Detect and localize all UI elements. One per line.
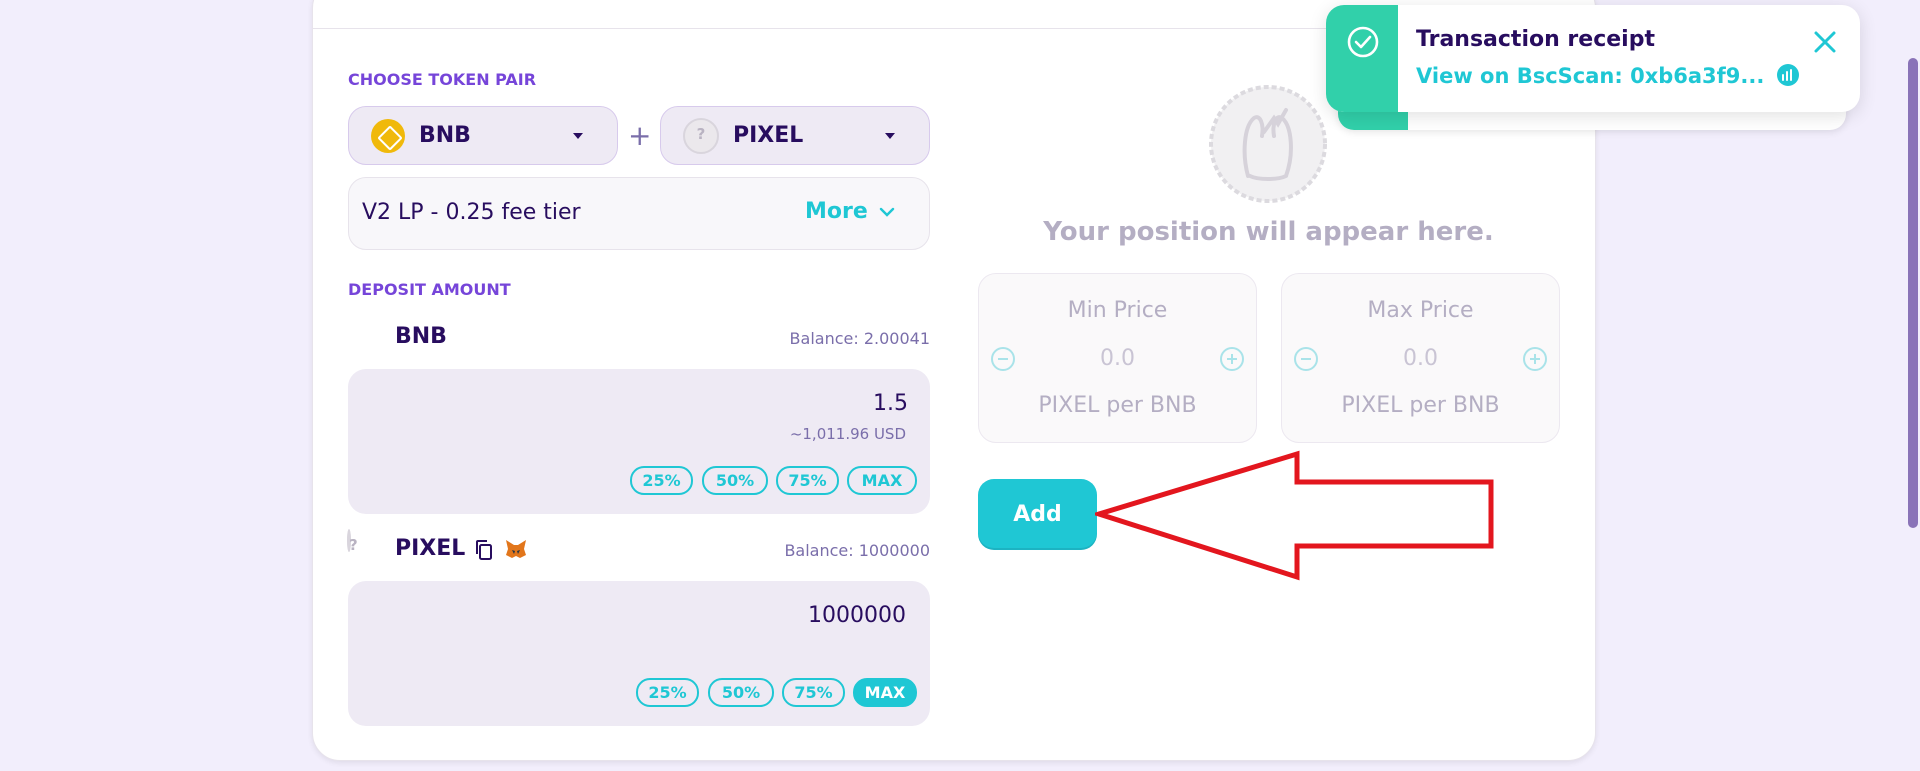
increase-min-price-icon[interactable]	[1220, 347, 1244, 371]
add-button[interactable]: Add	[978, 479, 1097, 550]
choose-token-pair-label: CHOOSE TOKEN PAIR	[348, 70, 537, 89]
deposit-amount-label: DEPOSIT AMOUNT	[348, 280, 511, 299]
min-price-title: Min Price	[1067, 298, 1168, 323]
chart-link-icon	[1776, 64, 1799, 86]
max-price-box: Max Price 0.0 PIXEL per BNB	[1281, 273, 1560, 443]
toast-title: Transaction receipt	[1416, 27, 1655, 52]
bnb-balance: Balance: 2.00041	[789, 329, 930, 348]
max-price-unit: PIXEL per BNB	[1341, 393, 1500, 418]
caret-down-icon	[573, 133, 583, 139]
bnb-50-percent-button[interactable]: 50%	[702, 466, 768, 495]
toast-status-band	[1326, 5, 1398, 112]
pixel-logo-icon	[683, 117, 719, 154]
fee-tier-label: V2 LP - 0.25 fee tier	[362, 200, 581, 225]
position-placeholder-text: Your position will appear here.	[1043, 217, 1494, 247]
pixel-amount-input[interactable]: 1000000	[808, 603, 906, 628]
pixel-25-percent-button[interactable]: 25%	[636, 678, 699, 707]
page-scrollbar-thumb[interactable]	[1908, 58, 1918, 528]
pixel-amount-box: 1000000 25% 50% 75% MAX	[348, 581, 930, 726]
increase-max-price-icon[interactable]	[1523, 347, 1547, 371]
bnb-usd-value: ~1,011.96 USD	[789, 425, 906, 443]
more-button[interactable]: More	[805, 199, 895, 224]
bnb-amount-box: 1.5 ~1,011.96 USD 25% 50% 75% MAX	[348, 369, 930, 514]
pixel-balance: Balance: 1000000	[784, 541, 930, 560]
bscscan-link[interactable]: View on BscScan: 0xb6a3f9...	[1416, 63, 1800, 88]
bnb-logo-icon	[371, 118, 405, 153]
bunny-placeholder-icon	[1209, 85, 1327, 203]
min-price-value[interactable]: 0.0	[979, 346, 1256, 371]
token-b-symbol: PIXEL	[733, 123, 804, 148]
token-b-select[interactable]: PIXEL	[660, 106, 930, 165]
fee-tier-selector: V2 LP - 0.25 fee tier More	[348, 177, 930, 250]
caret-down-icon	[885, 133, 895, 139]
max-price-value[interactable]: 0.0	[1282, 346, 1559, 371]
min-price-box: Min Price 0.0 PIXEL per BNB	[978, 273, 1257, 443]
chevron-down-icon	[880, 207, 895, 217]
min-price-unit: PIXEL per BNB	[1038, 393, 1197, 418]
bnb-75-percent-button[interactable]: 75%	[776, 466, 839, 495]
bnb-25-percent-button[interactable]: 25%	[630, 466, 693, 495]
pixel-max-button[interactable]: MAX	[853, 678, 917, 707]
annotation-arrow-icon	[1095, 450, 1494, 581]
bnb-max-button[interactable]: MAX	[847, 466, 917, 495]
bnb-amount-input[interactable]: 1.5	[873, 391, 908, 416]
pixel-75-percent-button[interactable]: 75%	[782, 678, 845, 707]
token-a-select[interactable]: BNB	[348, 106, 618, 165]
max-price-title: Max Price	[1367, 298, 1474, 323]
transaction-toast: Transaction receipt View on BscScan: 0xb…	[1326, 5, 1860, 112]
check-circle-icon	[1347, 26, 1379, 58]
bscscan-link-text: View on BscScan: 0xb6a3f9...	[1416, 64, 1765, 88]
plus-icon: +	[628, 119, 652, 152]
close-icon[interactable]	[1812, 29, 1838, 55]
more-label: More	[805, 199, 868, 224]
pixel-50-percent-button[interactable]: 50%	[708, 678, 774, 707]
token-a-symbol: BNB	[419, 123, 471, 148]
